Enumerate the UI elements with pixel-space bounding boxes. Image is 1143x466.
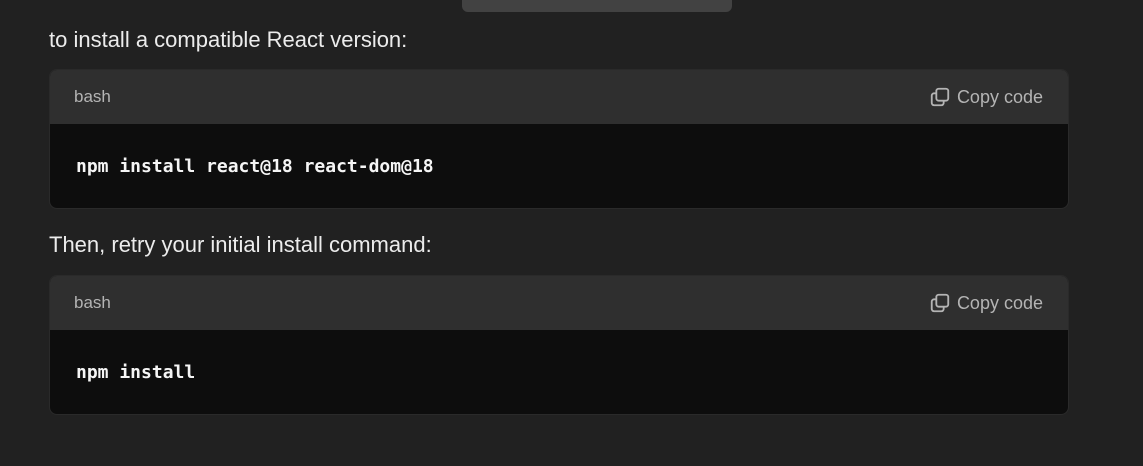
clipped-previous-line — [0, 0, 1143, 14]
copy-code-button[interactable]: Copy code — [929, 292, 1043, 314]
code-text: npm install react@18 react-dom@18 — [76, 155, 434, 177]
copy-code-label: Copy code — [956, 292, 1043, 313]
code-block-2: bash Copy code npm install — [49, 275, 1069, 415]
code-language-label: bash — [74, 87, 111, 106]
copy-code-label: Copy code — [956, 86, 1043, 107]
code-block-body: npm install react@18 react-dom@18 — [50, 124, 1068, 208]
code-block-header: bash Copy code — [50, 276, 1068, 330]
code-text: npm install — [76, 361, 196, 383]
code-block-1: bash Copy code npm install react@18 reac… — [49, 69, 1069, 209]
then-paragraph: Then, retry your initial install command… — [49, 232, 432, 257]
clipped-inline-code — [462, 0, 732, 12]
code-block-body: npm install — [50, 330, 1068, 414]
copy-icon — [930, 293, 950, 313]
copy-code-button[interactable]: Copy code — [929, 86, 1043, 108]
intro-paragraph: to install a compatible React version: — [49, 27, 408, 52]
code-block-header: bash Copy code — [50, 70, 1068, 124]
copy-icon — [930, 87, 950, 107]
code-language-label: bash — [74, 293, 111, 312]
